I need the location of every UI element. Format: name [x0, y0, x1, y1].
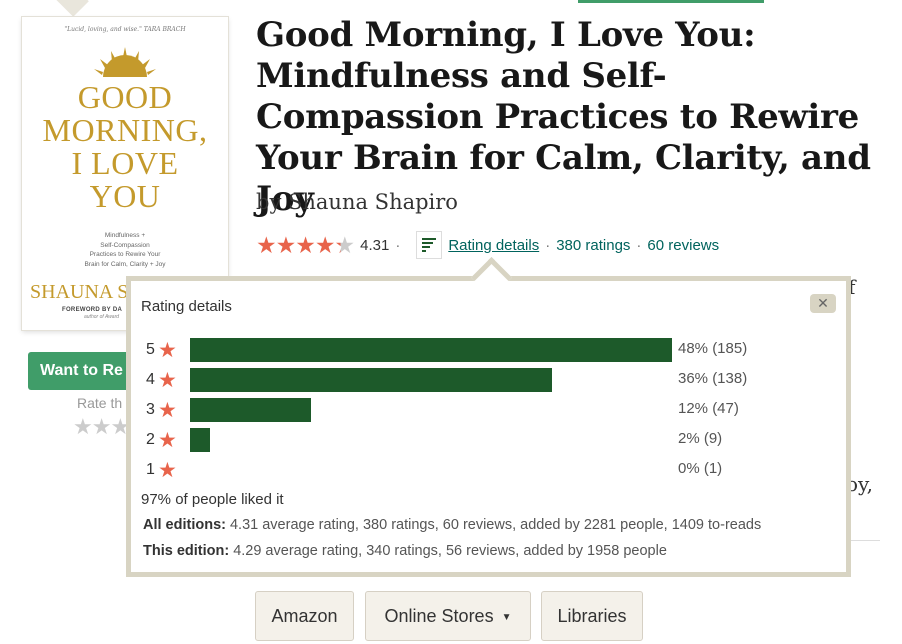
- cover-foreword: FOREWORD BY DA: [62, 307, 123, 313]
- cover-subtitle-line: Mindfulness +: [104, 232, 146, 239]
- this-edition-label: This edition:: [143, 543, 230, 559]
- rate-this-label: Rate th: [77, 395, 123, 411]
- star-icon: ★: [158, 368, 177, 392]
- cover-subtitle-line: Brain for Calm, Clarity + Joy: [84, 260, 166, 268]
- separator: ·: [636, 236, 642, 254]
- amazon-label: Amazon: [271, 606, 338, 626]
- star-icon: ★: [158, 458, 177, 482]
- cover-title-line: GOOD: [77, 79, 173, 115]
- separator: ·: [545, 236, 551, 254]
- rating-row: ★★★★★ 4.31 · Rating details · 380 rating…: [256, 231, 719, 259]
- star-icon: ★: [158, 338, 177, 362]
- bar-track: [190, 368, 672, 392]
- distribution-row: 3 ★ 12% (47): [146, 395, 846, 425]
- rate-this-stars[interactable]: ★★★: [73, 414, 130, 440]
- bar-chart-icon[interactable]: [416, 231, 443, 259]
- distribution-row: 5 ★ 48% (185): [146, 335, 846, 365]
- sun-icon: [94, 47, 156, 77]
- byline-prefix: by: [256, 190, 282, 214]
- average-rating-stars: ★★★★★: [256, 231, 355, 259]
- distribution-bar: [190, 398, 311, 422]
- reviews-count-link[interactable]: 60 reviews: [647, 237, 719, 254]
- distribution-percent-label: 36% (138): [678, 370, 748, 387]
- cover-subtitle-line: Self-Compassion: [100, 241, 150, 249]
- rating-details-link[interactable]: Rating details: [448, 237, 539, 254]
- bar-track: [190, 458, 672, 482]
- divider: [850, 540, 880, 541]
- distribution-percent-label: 0% (1): [678, 460, 723, 477]
- cover-title: GOOD MORNING, I LOVE YOU: [22, 81, 228, 213]
- distribution-row: 4 ★ 36% (138): [146, 365, 846, 395]
- bar-track: [190, 398, 672, 422]
- separator: ·: [395, 236, 401, 254]
- star-count-label: 1: [146, 461, 155, 478]
- star-count-label: 3: [146, 401, 155, 418]
- all-editions-text: 4.31 average rating, 380 ratings, 60 rev…: [229, 517, 762, 533]
- close-button[interactable]: ✕: [810, 294, 836, 313]
- close-icon: ✕: [817, 295, 829, 311]
- libraries-button[interactable]: Libraries: [541, 591, 643, 641]
- star-icons: ★★★★★: [256, 231, 355, 258]
- rating-details-popup: Rating details ✕ 5 ★ 48% (185) 4 ★ 36% (138) 3…: [126, 276, 851, 577]
- star-icon: ★: [158, 428, 177, 452]
- all-editions-label: All editions:: [143, 517, 226, 533]
- distribution-row: 1 ★ 0% (1): [146, 455, 846, 485]
- cover-title-line: I LOVE: [71, 145, 179, 181]
- distribution-bar: [190, 368, 552, 392]
- cover-quote: "Lucid, loving, and wise." TARA BRACH: [64, 26, 186, 33]
- distribution-bar: [190, 428, 211, 452]
- cover-foreword-sub: author of Award: [84, 314, 120, 320]
- distribution-bar: [190, 338, 672, 362]
- liked-percentage: 97% of people liked it: [141, 491, 284, 508]
- cover-subtitle: Mindfulness + Self-Compassion Practices …: [22, 231, 228, 269]
- this-edition-row: This edition: 4.29 average rating, 340 ra…: [143, 543, 667, 559]
- online-stores-label: Online Stores: [384, 606, 494, 626]
- average-rating-value: 4.31: [360, 236, 390, 254]
- distribution-percent-label: 12% (47): [678, 400, 739, 417]
- distribution-row: 2 ★ 2% (9): [146, 425, 846, 455]
- amazon-button[interactable]: Amazon: [255, 591, 354, 641]
- caret-down-icon: ▼: [501, 612, 512, 623]
- star-count-label: 4: [146, 371, 155, 388]
- distribution-percent-label: 48% (185): [678, 340, 748, 357]
- online-stores-dropdown[interactable]: Online Stores ▼: [365, 591, 531, 641]
- ratings-count-link[interactable]: 380 ratings: [556, 237, 630, 254]
- header-tab-decoration: [49, 0, 89, 17]
- distribution-percent-label: 2% (9): [678, 430, 723, 447]
- all-editions-row: All editions: 4.31 average rating, 380 ra…: [143, 517, 761, 533]
- star-count-label: 5: [146, 341, 155, 358]
- byline: by Shauna Shapiro: [256, 190, 458, 214]
- cover-title-line: MORNING,: [42, 112, 208, 148]
- cover-subtitle-line: Practices to Rewire Your: [89, 251, 161, 258]
- this-edition-text: 4.29 average rating, 340 ratings, 56 rev…: [233, 543, 667, 559]
- star-icon: ★: [158, 398, 177, 422]
- cover-title-line: YOU: [89, 178, 161, 214]
- popup-title: Rating details: [141, 298, 232, 315]
- bar-track: [190, 428, 672, 452]
- popup-caret-mask: [472, 284, 512, 296]
- header-accent-bar: [578, 0, 764, 3]
- bar-track: [190, 338, 672, 362]
- author-link[interactable]: Shauna Shapiro: [288, 190, 458, 214]
- star-count-label: 2: [146, 431, 155, 448]
- libraries-label: Libraries: [557, 606, 627, 626]
- cover-author: SHAUNA S: [30, 281, 129, 303]
